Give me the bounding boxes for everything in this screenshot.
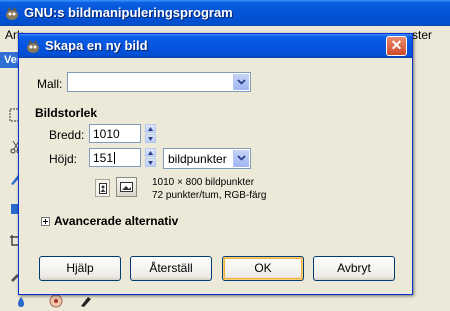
clone-stamp-icon[interactable] (48, 293, 64, 309)
portrait-button[interactable] (95, 179, 110, 197)
dialog-titlebar[interactable]: Skapa en ny bild ✕ (19, 34, 412, 58)
expand-advanced-icon[interactable] (41, 217, 50, 226)
height-value: 151 (93, 151, 116, 165)
close-icon: ✕ (390, 37, 403, 53)
width-up-button[interactable] (145, 124, 156, 133)
landscape-icon (120, 182, 133, 192)
gimp-icon (6, 7, 18, 20)
smudge-icon[interactable] (78, 293, 94, 309)
image-size-heading: Bildstorlek (35, 106, 98, 120)
unit-value: bildpunkter (168, 152, 227, 166)
menu-windows[interactable]: ster (412, 28, 432, 42)
close-button[interactable]: ✕ (386, 36, 407, 56)
height-up-button[interactable] (145, 148, 156, 157)
size-info: 1010 × 800 bildpunkter (152, 177, 255, 188)
width-value: 1010 (93, 127, 120, 141)
width-stepper[interactable] (145, 124, 156, 143)
height-label: Höjd: (49, 152, 78, 166)
width-label: Bredd: (49, 128, 85, 142)
portrait-icon (99, 183, 107, 194)
width-input[interactable]: 1010 (89, 124, 141, 143)
unit-select[interactable]: bildpunkter (163, 148, 251, 169)
advanced-options-toggle[interactable]: Avancerade alternativ (54, 214, 178, 228)
new-image-dialog: Skapa en ny bild ✕ Mall: Bildstorlek Bre… (18, 33, 413, 295)
bucket-icon[interactable] (14, 295, 28, 309)
main-window-titlebar: GNU:s bildmanipuleringsprogram (0, 0, 450, 26)
height-down-button[interactable] (145, 158, 156, 167)
cancel-button[interactable]: Avbryt (313, 256, 395, 281)
help-button[interactable]: Hjälp (39, 256, 121, 281)
dialog-title: Skapa en ny bild (45, 38, 148, 53)
resolution-info: 72 punkter/tum, RGB-färg (152, 190, 267, 201)
chevron-down-icon[interactable] (233, 150, 249, 167)
ok-button[interactable]: OK (222, 256, 304, 281)
template-label: Mall: (37, 77, 63, 91)
width-down-button[interactable] (145, 134, 156, 143)
landscape-button[interactable] (116, 177, 137, 197)
main-window-title: GNU:s bildmanipuleringsprogram (24, 5, 233, 20)
height-stepper[interactable] (145, 148, 156, 167)
reset-button[interactable]: Återställ (130, 256, 212, 281)
height-input[interactable]: 151 (89, 148, 141, 167)
gimp-icon (27, 40, 39, 53)
template-combo[interactable] (67, 72, 251, 92)
chevron-down-icon[interactable] (233, 74, 249, 90)
